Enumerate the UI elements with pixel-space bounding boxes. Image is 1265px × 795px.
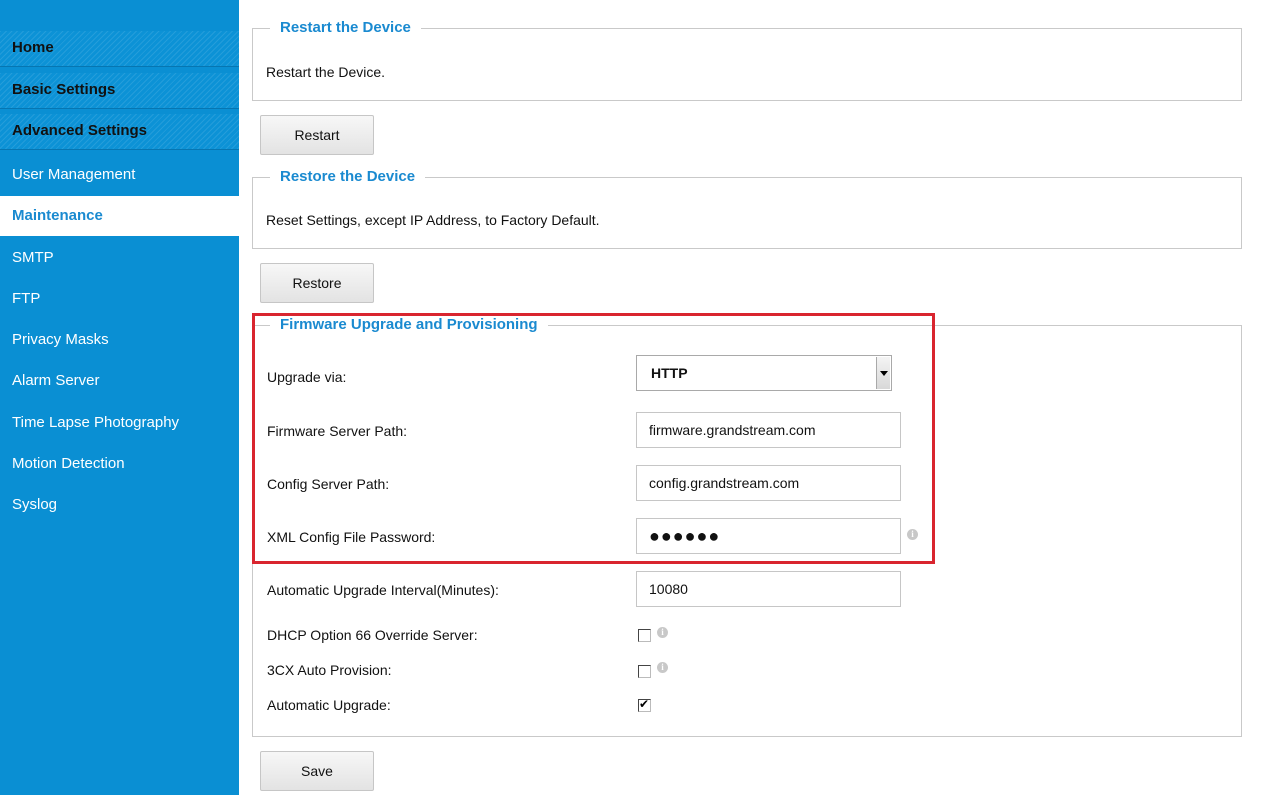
- restore-legend: Restore the Device: [270, 168, 426, 186]
- sidebar-header-home[interactable]: Home: [0, 31, 239, 67]
- sidebar-header-basic-settings[interactable]: Basic Settings: [0, 73, 239, 109]
- sidebar-item-time-lapse-photography[interactable]: Time Lapse Photography: [0, 403, 239, 443]
- restart-fieldset: [252, 28, 1242, 101]
- save-button[interactable]: Save: [260, 751, 374, 791]
- restart-description: Restart the Device.: [266, 64, 386, 80]
- restore-description: Reset Settings, except IP Address, to Fa…: [266, 212, 600, 228]
- restart-button[interactable]: Restart: [260, 115, 374, 155]
- restart-legend: Restart the Device: [270, 19, 421, 37]
- sidebar-item-syslog[interactable]: Syslog: [0, 485, 239, 525]
- upgrade-interval-label: Automatic Upgrade Interval(Minutes):: [267, 582, 499, 598]
- automatic-upgrade-checkbox[interactable]: [638, 697, 651, 712]
- sidebar-item-user-management[interactable]: User Management: [0, 155, 239, 195]
- info-icon[interactable]: i: [657, 662, 668, 673]
- 3cx-auto-provision-label: 3CX Auto Provision:: [267, 662, 392, 678]
- sidebar-item-alarm-server[interactable]: Alarm Server: [0, 361, 239, 401]
- sidebar-item-smtp[interactable]: SMTP: [0, 238, 239, 278]
- dhcp66-label: DHCP Option 66 Override Server:: [267, 627, 478, 643]
- highlight-box: [252, 313, 935, 564]
- sidebar-item-privacy-masks[interactable]: Privacy Masks: [0, 320, 239, 360]
- upgrade-interval-input[interactable]: 10080: [636, 571, 901, 607]
- dhcp66-checkbox[interactable]: [638, 629, 651, 642]
- sidebar-item-motion-detection[interactable]: Motion Detection: [0, 444, 239, 484]
- sidebar-header-advanced-settings[interactable]: Advanced Settings: [0, 114, 239, 150]
- automatic-upgrade-label: Automatic Upgrade:: [267, 697, 391, 713]
- sidebar-nav: Home Basic Settings Advanced Settings Us…: [0, 0, 239, 795]
- sidebar-item-maintenance[interactable]: Maintenance: [0, 196, 239, 236]
- restore-button[interactable]: Restore: [260, 263, 374, 303]
- sidebar-item-ftp[interactable]: FTP: [0, 279, 239, 319]
- info-icon[interactable]: i: [657, 627, 668, 638]
- 3cx-auto-provision-checkbox[interactable]: [638, 665, 651, 678]
